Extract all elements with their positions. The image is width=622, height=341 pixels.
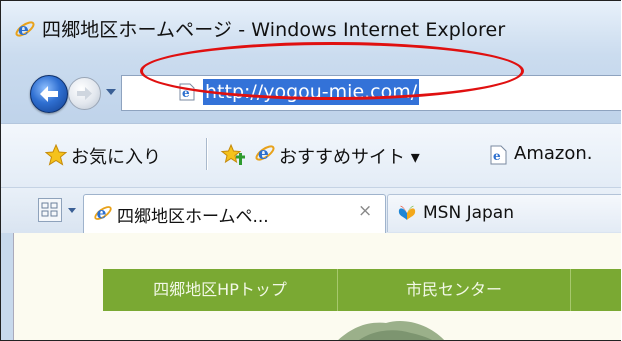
- favorites-star-icon[interactable]: [45, 144, 67, 166]
- web-page: 四郷地区HPトップ 市民センター: [13, 233, 621, 340]
- page-viewport: 四郷地区HPトップ 市民センター: [1, 233, 621, 340]
- tab-msn-japan[interactable]: MSN Japan: [387, 194, 621, 232]
- site-navigation: 四郷地区HPトップ 市民センター: [103, 269, 621, 311]
- svg-text:e: e: [493, 149, 501, 163]
- toolbar-separator: [206, 138, 208, 170]
- nav-separator: [570, 269, 571, 311]
- tab-close-icon[interactable]: ×: [358, 201, 372, 221]
- suggested-sites-icon: e: [255, 144, 275, 164]
- page-icon: e: [490, 145, 507, 165]
- nav-link-community-center[interactable]: 市民センター: [338, 269, 570, 311]
- svg-text:e: e: [18, 20, 29, 40]
- ie-logo-icon: e: [14, 18, 36, 40]
- annotation-ellipse: [140, 42, 524, 100]
- svg-text:e: e: [258, 144, 269, 164]
- ie-logo-icon: e: [94, 203, 112, 222]
- suggested-sites-button[interactable]: おすすめサイト ▾: [279, 143, 420, 169]
- svg-text:e: e: [97, 203, 107, 222]
- msn-butterfly-icon: [398, 205, 416, 220]
- favorites-button[interactable]: お気に入り: [71, 143, 161, 169]
- back-button[interactable]: [30, 75, 68, 113]
- forward-arrow-icon: [77, 87, 92, 100]
- amazon-favorite-link[interactable]: Amazon.: [514, 143, 592, 164]
- tab-list-dropdown-icon[interactable]: [65, 199, 79, 221]
- recent-pages-dropdown-icon[interactable]: [105, 87, 117, 97]
- tab-yogou[interactable]: e 四郷地区ホームペ... ×: [83, 194, 386, 234]
- forward-button[interactable]: [68, 77, 101, 110]
- add-favorite-icon[interactable]: [220, 143, 246, 167]
- quick-tabs-icon: [41, 202, 58, 217]
- nav-link-home[interactable]: 四郷地区HPトップ: [103, 269, 337, 311]
- back-arrow-icon: [40, 86, 58, 102]
- header-photo: [338, 321, 444, 340]
- quick-tabs-button[interactable]: [38, 198, 62, 222]
- window-title: 四郷地区ホームページ - Windows Internet Explorer: [42, 19, 506, 41]
- tab-label: MSN Japan: [423, 203, 514, 223]
- tab-bar: e 四郷地区ホームペ... × MSN Japan: [1, 187, 621, 234]
- tab-label: 四郷地区ホームペ...: [117, 207, 269, 227]
- favorites-bar: お気に入り e おすすめサイト ▾ e Amazon.: [1, 123, 621, 188]
